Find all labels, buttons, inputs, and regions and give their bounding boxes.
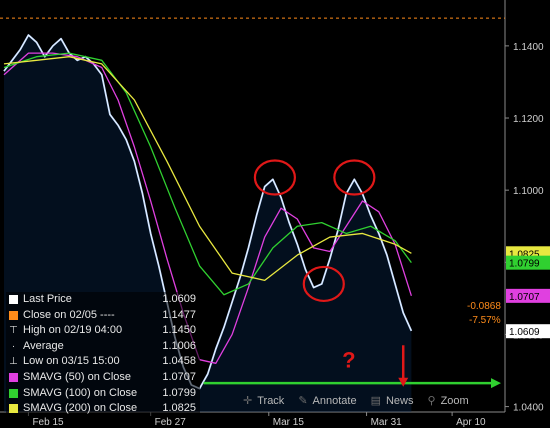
x-tick-label: Apr 10 — [456, 417, 486, 428]
y-tick-label: 1.1000 — [513, 186, 544, 197]
legend-row-average: · Average 1.1006 — [6, 339, 200, 355]
zoom-label: Zoom — [440, 394, 469, 407]
legend-value: 1.0458 — [162, 355, 196, 368]
annotate-button[interactable]: ✎ Annotate — [298, 394, 357, 408]
legend-swatch — [9, 388, 18, 398]
change-pct: -7.57% — [469, 315, 501, 326]
legend-value: 1.0825 — [162, 402, 196, 415]
legend-row-high: ⊤ High on 02/19 04:00 1.1450 — [6, 323, 200, 339]
legend-row-smavg-50: SMAVG (50) on Close 1.0707 — [6, 370, 200, 386]
x-tick-label: Mar 15 — [273, 417, 305, 428]
legend-row-smavg-100: SMAVG (100) on Close 1.0799 — [6, 386, 200, 402]
legend-swatch — [9, 310, 18, 320]
average-marker-icon: · — [11, 340, 16, 352]
legend-label: Close on 02/05 ---- — [23, 308, 115, 321]
annotate-label: Annotate — [312, 394, 357, 407]
y-tick-label: 1.0400 — [513, 403, 544, 414]
question-mark-annotation: ? — [342, 348, 355, 373]
news-label: News — [385, 394, 414, 407]
high-marker-icon: ⊤ — [9, 325, 18, 337]
legend-label: SMAVG (100) on Close — [23, 386, 138, 399]
legend-value: 1.1006 — [162, 339, 196, 352]
chart-toolbar: ✛ Track ✎ Annotate ▤ News ⚲ Zoom — [243, 394, 469, 408]
pencil-icon: ✎ — [298, 395, 308, 407]
value-tag-text: 1.0799 — [509, 259, 540, 270]
chart-legend: Last Price 1.0609 Close on 02/05 ---- 1.… — [6, 292, 200, 417]
legend-value: 1.0799 — [162, 386, 196, 399]
legend-label: Last Price — [23, 293, 72, 305]
magnifier-icon: ⚲ — [427, 395, 436, 407]
legend-value: 1.1477 — [162, 308, 196, 321]
news-icon: ▤ — [370, 395, 381, 407]
x-tick-label: Mar 31 — [371, 417, 403, 428]
value-tag-text: 1.0707 — [509, 292, 540, 303]
track-button[interactable]: ✛ Track — [243, 394, 285, 408]
y-tick-label: 1.1400 — [513, 42, 544, 53]
legend-value: 1.0707 — [162, 370, 196, 383]
change-abs: -0.0868 — [467, 301, 501, 312]
value-tag-text: 1.0609 — [509, 327, 540, 338]
legend-value: 1.0609 — [162, 293, 196, 305]
support-arrow-head — [491, 378, 501, 389]
legend-row-last-price: Last Price 1.0609 — [6, 292, 200, 308]
legend-row-close: Close on 02/05 ---- 1.1477 — [6, 308, 200, 324]
legend-label: SMAVG (50) on Close — [23, 370, 132, 383]
x-tick-label: Feb 15 — [32, 417, 64, 428]
legend-label: High on 02/19 04:00 — [23, 324, 123, 337]
news-button[interactable]: ▤ News — [370, 394, 414, 408]
x-tick-label: Feb 27 — [155, 417, 187, 428]
legend-swatch — [9, 373, 18, 383]
legend-swatch — [9, 295, 18, 305]
track-label: Track — [257, 394, 285, 407]
legend-row-smavg-200: SMAVG (200) on Close 1.0825 — [6, 401, 200, 417]
legend-swatch — [9, 404, 18, 414]
low-marker-icon: ⊥ — [9, 356, 18, 368]
legend-value: 1.1450 — [162, 324, 196, 337]
legend-label: SMAVG (200) on Close — [23, 402, 138, 415]
zoom-button[interactable]: ⚲ Zoom — [427, 394, 469, 408]
legend-row-low: ⊥ Low on 03/15 15:00 1.0458 — [6, 354, 200, 370]
legend-label: Average — [23, 339, 64, 352]
y-tick-label: 1.1200 — [513, 114, 544, 125]
crosshair-icon: ✛ — [243, 395, 253, 407]
legend-label: Low on 03/15 15:00 — [23, 355, 120, 368]
